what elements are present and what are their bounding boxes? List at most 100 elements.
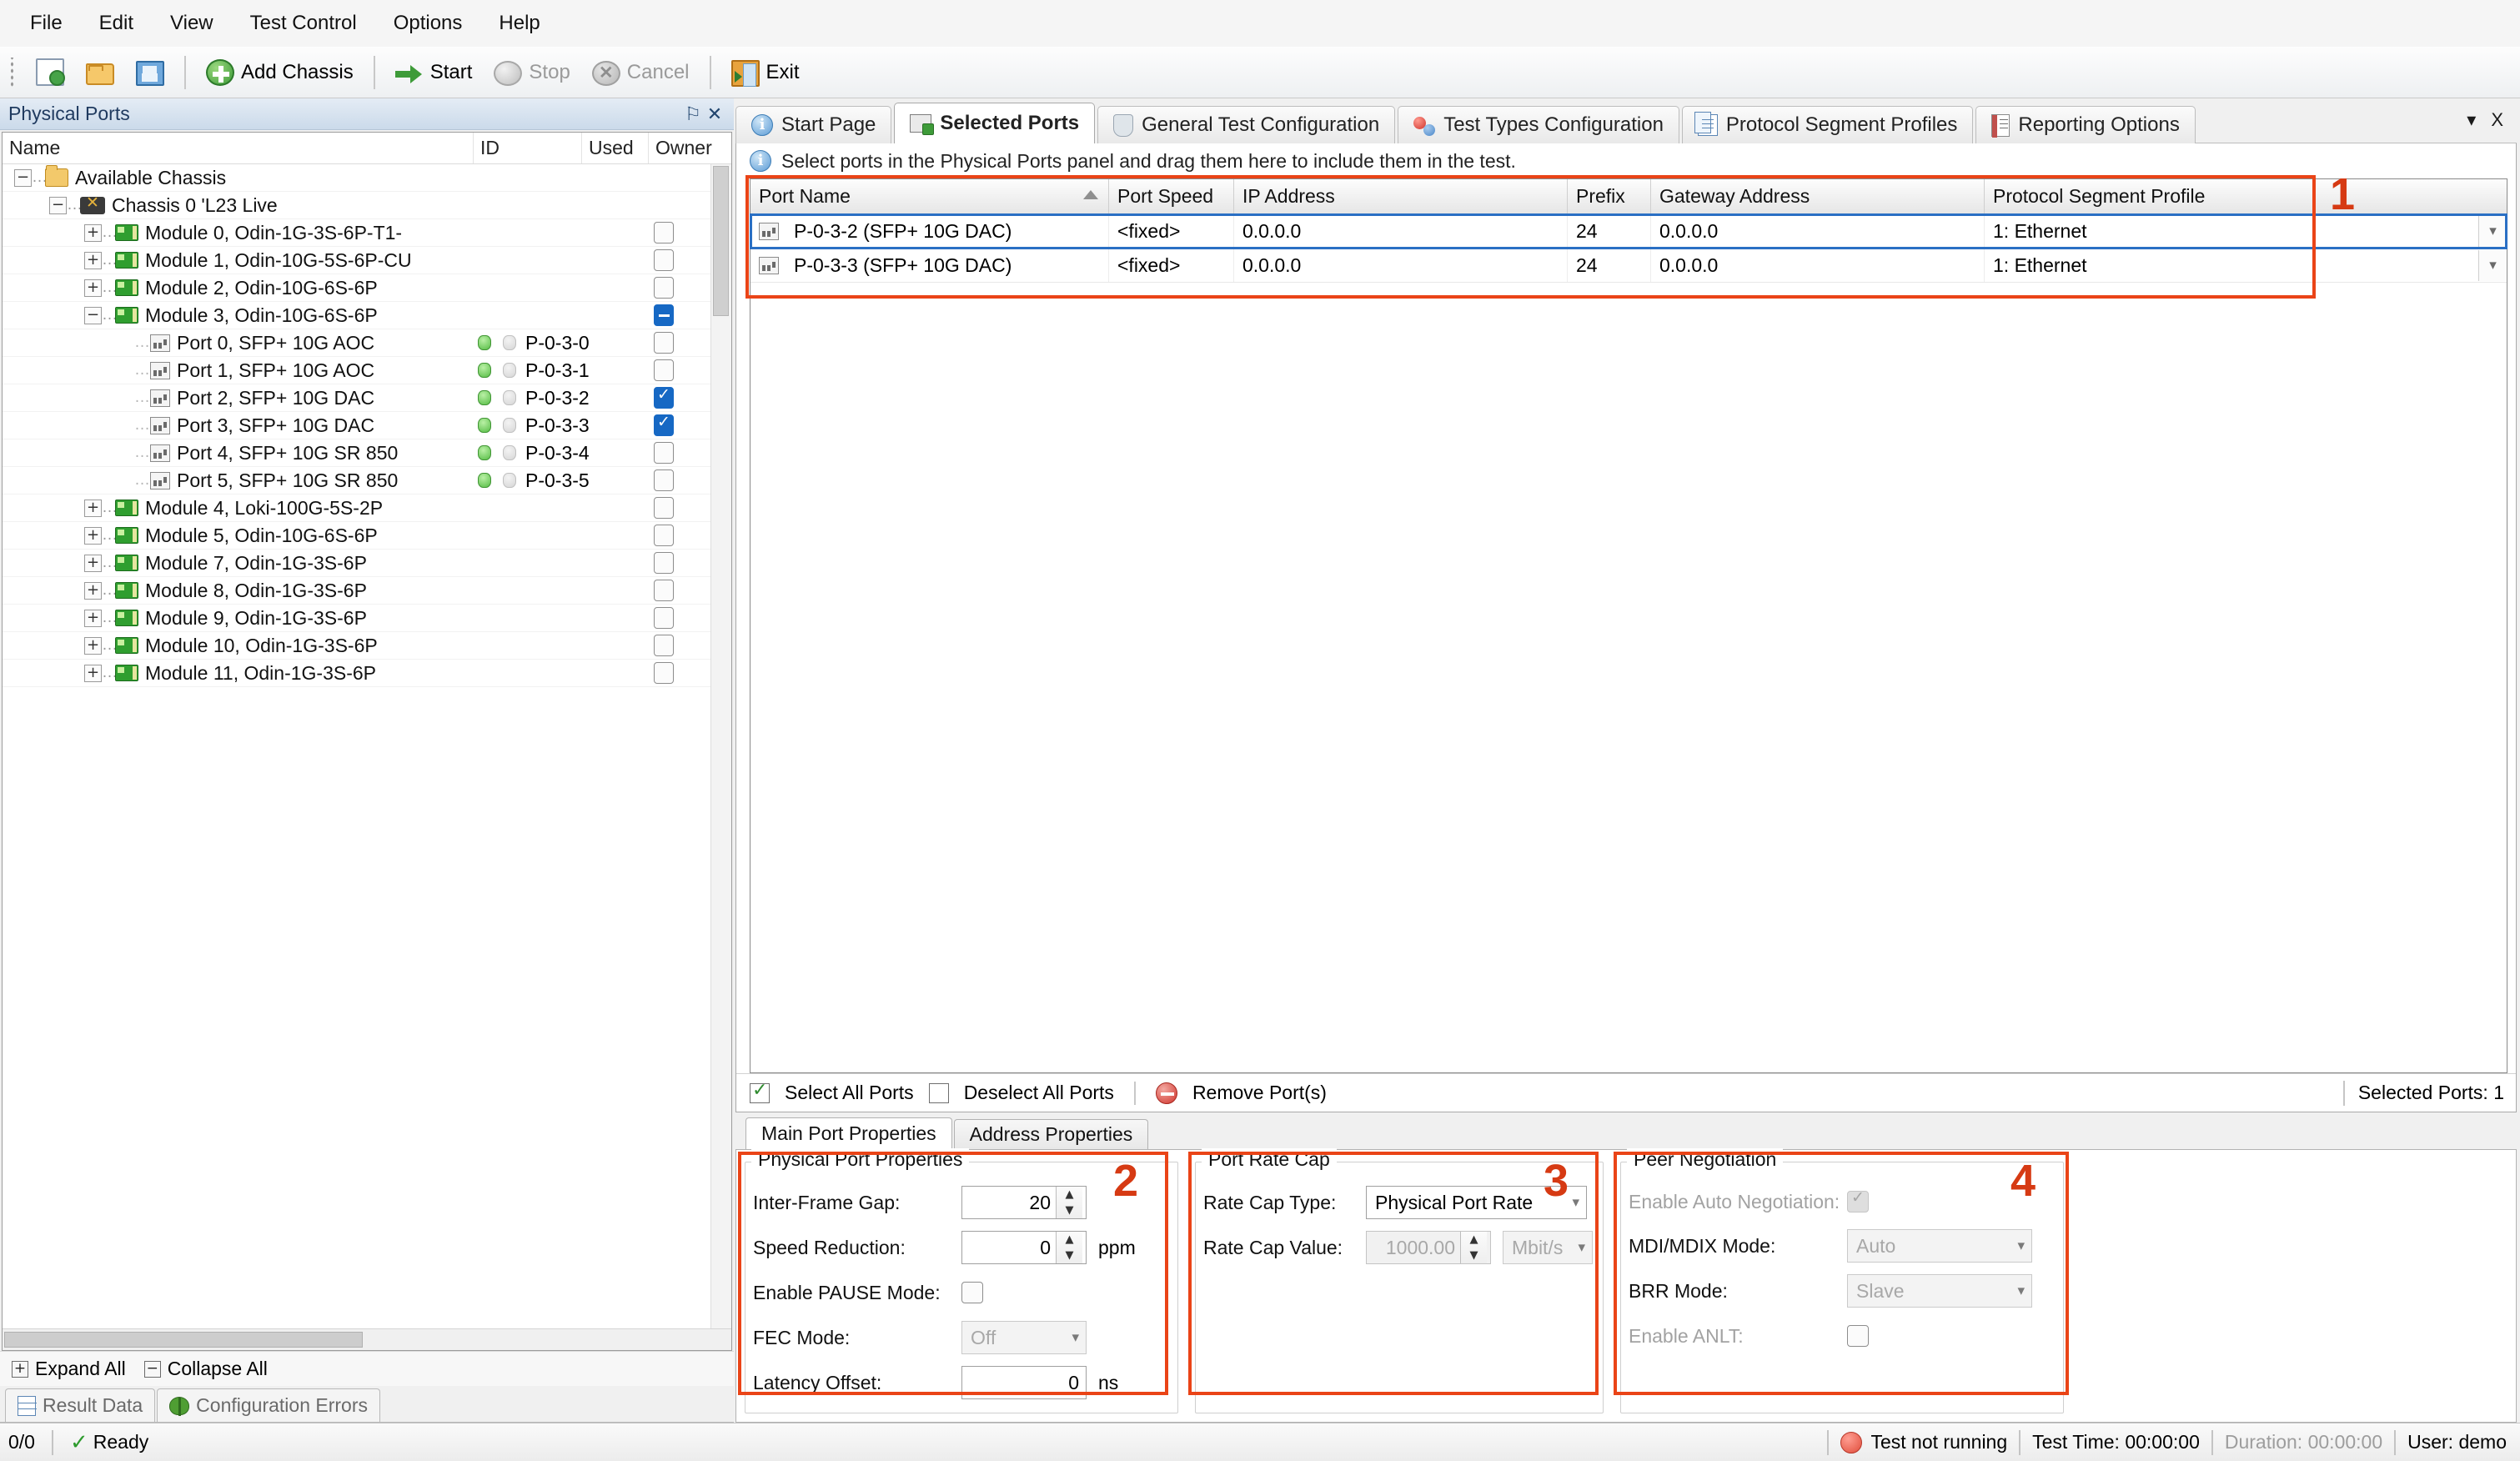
start-button[interactable]: Start — [387, 53, 481, 93]
used-checkbox[interactable] — [654, 332, 674, 354]
tree-col-used[interactable]: Used — [582, 133, 649, 163]
expand-node-icon[interactable]: + — [84, 581, 102, 600]
menu-item-help[interactable]: Help — [480, 7, 558, 40]
expand-node-icon[interactable]: + — [84, 609, 102, 627]
new-button[interactable] — [25, 53, 73, 93]
remove-ports-label[interactable]: Remove Port(s) — [1192, 1082, 1327, 1104]
tree-col-owner[interactable]: Owner — [649, 133, 731, 163]
used-checkbox[interactable] — [654, 469, 674, 491]
used-checkbox[interactable] — [654, 385, 674, 409]
used-checkbox[interactable] — [654, 662, 674, 684]
cell-protocol-segment-profile[interactable]: 1: Ethernet ▾ — [1985, 214, 2507, 248]
stepper-arrows[interactable]: ▲ ▼ — [1056, 1187, 1082, 1218]
table-row[interactable]: P-0-3-3 (SFP+ 10G DAC) <fixed> 0.0.0.0 24 0.… — [750, 249, 2507, 283]
used-checkbox[interactable] — [654, 525, 674, 546]
tab-configuration-errors[interactable]: Configuration Errors — [157, 1388, 380, 1422]
expand-node-icon[interactable]: + — [84, 279, 102, 297]
close-tab-icon[interactable]: X — [2491, 109, 2503, 131]
menu-item-view[interactable]: View — [152, 7, 232, 40]
latency-offset-input[interactable]: 0 — [961, 1366, 1087, 1399]
grid-col-port-name[interactable]: Port Name — [750, 179, 1109, 213]
remove-ports-icon[interactable] — [1155, 1082, 1177, 1104]
tree-row[interactable]: +… Module 0, Odin-1G-3S-6P-T1- — [3, 219, 731, 247]
tree-row[interactable]: … Port 1, SFP+ 10G AOC P-0-3-1 — [3, 357, 731, 384]
inter-frame-gap-input[interactable] — [962, 1190, 1056, 1215]
toolbar-grip[interactable] — [8, 57, 17, 88]
speed-reduction-input[interactable] — [962, 1235, 1056, 1260]
tree-hscroll-thumb[interactable] — [4, 1332, 363, 1348]
collapse-node-icon[interactable]: − — [49, 196, 67, 214]
tab-address-properties[interactable]: Address Properties — [953, 1119, 1149, 1149]
mdi-mdix-mode-select[interactable]: Auto ▾ — [1847, 1229, 2032, 1263]
stepper-down-icon[interactable]: ▼ — [1057, 1202, 1082, 1218]
pin-icon[interactable]: ⚐ — [682, 103, 704, 125]
grid-col-gateway-address[interactable]: Gateway Address — [1651, 179, 1985, 213]
tree-row[interactable]: +… Module 8, Odin-1G-3S-6P — [3, 577, 731, 605]
cancel-button[interactable]: ✕ Cancel — [584, 53, 698, 93]
tab-general-test-configuration[interactable]: General Test Configuration — [1097, 106, 1396, 143]
expand-node-icon[interactable]: + — [84, 526, 102, 545]
menu-item-edit[interactable]: Edit — [81, 7, 152, 40]
used-checkbox[interactable] — [654, 249, 674, 271]
menu-item-file[interactable]: File — [12, 7, 81, 40]
save-button[interactable] — [128, 53, 173, 93]
tree-row[interactable]: … Port 4, SFP+ 10G SR 850 P-0-3-4 — [3, 439, 731, 467]
enable-auto-negotiation-checkbox[interactable] — [1847, 1188, 1869, 1212]
grid-col-prefix[interactable]: Prefix — [1568, 179, 1651, 213]
expand-node-icon[interactable]: + — [84, 223, 102, 242]
add-chassis-button[interactable]: Add Chassis — [198, 53, 362, 93]
stop-button[interactable]: Stop — [485, 53, 578, 93]
enable-pause-mode-checkbox[interactable] — [961, 1282, 983, 1303]
collapse-all-button[interactable]: − Collapse All — [143, 1358, 268, 1380]
used-checkbox[interactable] — [654, 580, 674, 601]
tab-main-port-properties[interactable]: Main Port Properties — [745, 1117, 952, 1149]
tab-start-page[interactable]: i Start Page — [735, 106, 892, 143]
expand-all-button[interactable]: + Expand All — [12, 1358, 126, 1380]
tree-row[interactable]: … Port 3, SFP+ 10G DAC P-0-3-3 — [3, 412, 731, 439]
tab-result-data[interactable]: Result Data — [5, 1388, 156, 1422]
chevron-down-icon[interactable]: ▾ — [2467, 109, 2476, 131]
deselect-all-ports-checkbox[interactable] — [928, 1082, 949, 1103]
chevron-down-icon[interactable]: ▾ — [2478, 249, 2507, 281]
tree-row[interactable]: +… Module 2, Odin-10G-6S-6P — [3, 274, 731, 302]
tab-selected-ports[interactable]: Selected Ports — [894, 103, 1096, 143]
stepper-arrows[interactable]: ▲ ▼ — [1460, 1232, 1487, 1263]
used-checkbox[interactable] — [654, 359, 674, 381]
fec-mode-select[interactable]: Off ▾ — [961, 1321, 1087, 1354]
close-icon[interactable]: ✕ — [704, 103, 725, 125]
used-checkbox[interactable] — [654, 552, 674, 574]
tree-row[interactable]: +… Module 10, Odin-1G-3S-6P — [3, 632, 731, 660]
chevron-down-icon[interactable]: ▾ — [2478, 215, 2507, 247]
select-all-ports-label[interactable]: Select All Ports — [785, 1082, 914, 1104]
tree-row[interactable]: … Port 2, SFP+ 10G DAC P-0-3-2 — [3, 384, 731, 412]
stepper-up-icon[interactable]: ▲ — [1057, 1187, 1082, 1202]
used-checkbox[interactable] — [654, 607, 674, 629]
collapse-node-icon[interactable]: − — [14, 168, 32, 187]
tree-row[interactable]: −… Available Chassis — [3, 164, 731, 192]
stepper-arrows[interactable]: ▲ ▼ — [1056, 1232, 1082, 1263]
rate-cap-value-input[interactable] — [1367, 1235, 1460, 1260]
tree-row[interactable]: +… Module 4, Loki-100G-5S-2P — [3, 495, 731, 522]
stepper-up-icon[interactable]: ▲ — [1461, 1232, 1487, 1248]
tree-row[interactable]: −… Module 3, Odin-10G-6S-6P — [3, 302, 731, 329]
grid-col-port-speed[interactable]: Port Speed — [1109, 179, 1234, 213]
rate-cap-unit-select[interactable]: Mbit/s ▾ — [1503, 1231, 1593, 1264]
exit-button[interactable]: Exit — [723, 53, 808, 93]
rate-cap-value-stepper[interactable]: ▲▼ — [1366, 1231, 1491, 1264]
expand-node-icon[interactable]: + — [84, 554, 102, 572]
expand-node-icon[interactable]: + — [84, 636, 102, 655]
select-all-ports-checkbox[interactable] — [750, 1080, 770, 1103]
inter-frame-gap-stepper[interactable]: ▲▼ — [961, 1186, 1087, 1219]
grid-col-protocol-segment-profile[interactable]: Protocol Segment Profile — [1985, 179, 2507, 213]
used-checkbox[interactable] — [654, 222, 674, 243]
tree-row[interactable]: +… Module 7, Odin-1G-3S-6P — [3, 550, 731, 577]
used-checkbox[interactable] — [654, 497, 674, 519]
tree-row[interactable]: +… Module 9, Odin-1G-3S-6P — [3, 605, 731, 632]
menu-item-test-control[interactable]: Test Control — [232, 7, 375, 40]
expand-node-icon[interactable]: + — [84, 251, 102, 269]
tree-col-name[interactable]: Name — [3, 133, 474, 163]
tree-col-id[interactable]: ID — [474, 133, 582, 163]
port-grid-empty-area[interactable] — [750, 283, 2507, 1072]
used-checkbox[interactable] — [654, 413, 674, 436]
enable-anlt-checkbox[interactable] — [1847, 1325, 1869, 1347]
